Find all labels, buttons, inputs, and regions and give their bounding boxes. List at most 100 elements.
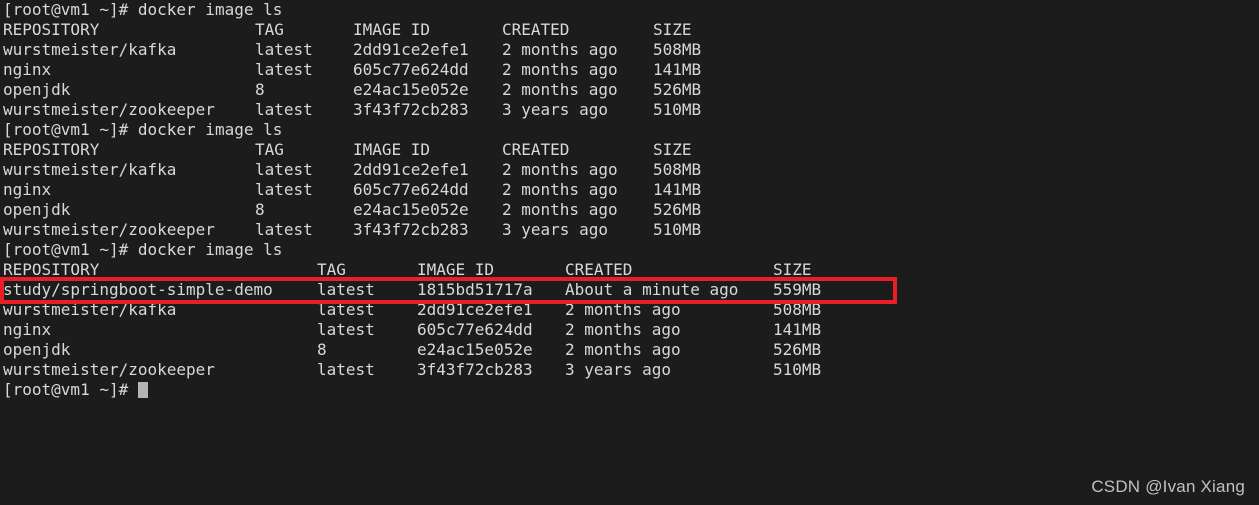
cell-tag: 8 [255, 200, 265, 219]
cell-image-id: 2dd91ce2efe1 [353, 160, 469, 179]
cell-created: 2 months ago [565, 340, 681, 359]
cell-tag: latest [317, 360, 375, 379]
cell-size: 508MB [653, 160, 702, 179]
cell-created: 2 months ago [502, 80, 618, 99]
table-row: wurstmeister/zookeeper latest 3f43f72cb283… [3, 360, 1259, 380]
watermark-text: CSDN @Ivan Xiang [1091, 477, 1245, 496]
command-text-value: docker image ls [137, 240, 283, 259]
cell-repository: nginx [3, 320, 52, 339]
cell-image-id: e24ac15e052e [417, 340, 533, 359]
cell-image-id: 605c77e624dd [353, 180, 469, 199]
cell-repository: wurstmeister/kafka [3, 40, 177, 59]
cell-created: 2 months ago [565, 320, 681, 339]
cell-repository: wurstmeister/zookeeper [3, 100, 215, 119]
cell-image-id: e24ac15e052e [353, 200, 469, 219]
command-text-value: docker image ls [137, 120, 283, 139]
command-line: [root@vm1 ~]# docker image ls [3, 0, 1259, 20]
cell-tag: 8 [255, 80, 265, 99]
table-row: wurstmeister/kafka latest 2dd91ce2efe1 2 mo… [3, 300, 1259, 320]
cell-size: 510MB [653, 220, 702, 239]
cell-tag: latest [255, 180, 313, 199]
cell-size: 526MB [653, 200, 702, 219]
cell-created: 2 months ago [502, 60, 618, 79]
cell-repository: wurstmeister/kafka [3, 160, 177, 179]
cell-image-id: 3f43f72cb283 [417, 360, 533, 379]
cell-created: 3 years ago [502, 100, 608, 119]
cell-tag: latest [317, 300, 375, 319]
column-header-repository: REPOSITORY [3, 140, 100, 159]
table-row: openjdk 8 e24ac15e052e 2 months ago 526MB [3, 200, 1259, 220]
column-header-created: CREATED [502, 140, 570, 159]
cell-tag: latest [255, 40, 313, 59]
cell-tag: latest [255, 220, 313, 239]
table-row: nginx latest 605c77e624dd 2 months ago 141MB [3, 180, 1259, 200]
cell-created: 2 months ago [565, 300, 681, 319]
column-header-repository: REPOSITORY [3, 260, 100, 279]
cell-created: 2 months ago [502, 160, 618, 179]
table-row-highlighted: study/springboot-simple-demo latest 1815bd… [3, 280, 1259, 300]
table-row: wurstmeister/zookeeper latest 3f43f72cb283… [3, 220, 1259, 240]
shell-prompt: [root@vm1 ~]# [3, 0, 129, 19]
cell-repository: wurstmeister/kafka [3, 300, 177, 319]
command-text [128, 0, 138, 19]
command-space [128, 240, 138, 259]
column-header-tag: TAG [255, 20, 284, 39]
column-header-created: CREATED [565, 260, 633, 279]
shell-prompt: [root@vm1 ~]# [3, 240, 129, 259]
active-command-line[interactable]: [root@vm1 ~]# [3, 380, 1259, 400]
cell-size: 526MB [773, 340, 822, 359]
command-space [128, 120, 138, 139]
table-row: nginx latest 605c77e624dd 2 months ago 141MB [3, 60, 1259, 80]
cell-size: 508MB [653, 40, 702, 59]
table-row: openjdk 8 e24ac15e052e 2 months ago 526MB [3, 340, 1259, 360]
cell-repository: study/springboot-simple-demo [3, 280, 273, 299]
cell-image-id: 3f43f72cb283 [353, 220, 469, 239]
table-header: REPOSITORY TAG IMAGE ID CREATED SIZE [3, 20, 1259, 40]
cell-size: 141MB [653, 180, 702, 199]
cell-repository: openjdk [3, 80, 71, 99]
column-header-repository: REPOSITORY [3, 20, 100, 39]
column-header-size: SIZE [773, 260, 812, 279]
table-row: wurstmeister/zookeeper latest 3f43f72cb283… [3, 100, 1259, 120]
table-header: REPOSITORY TAG IMAGE ID CREATED SIZE [3, 260, 1259, 280]
cell-tag: latest [255, 160, 313, 179]
cell-created: 2 months ago [502, 40, 618, 59]
cell-tag: latest [255, 60, 313, 79]
cell-size: 510MB [773, 360, 822, 379]
cell-size: 559MB [773, 280, 822, 299]
terminal-window[interactable]: [root@vm1 ~]# docker image ls REPOSITORY… [0, 0, 1259, 505]
cell-repository: nginx [3, 60, 52, 79]
command-line: [root@vm1 ~]# docker image ls [3, 240, 1259, 260]
cell-image-id: 2dd91ce2efe1 [417, 300, 533, 319]
cell-repository: openjdk [3, 340, 71, 359]
column-header-created: CREATED [502, 20, 570, 39]
column-header-image-id: IMAGE ID [353, 20, 431, 39]
cell-size: 510MB [653, 100, 702, 119]
cell-size: 141MB [773, 320, 822, 339]
cell-image-id: 1815bd51717a [417, 280, 533, 299]
column-header-image-id: IMAGE ID [417, 260, 495, 279]
column-header-size: SIZE [653, 140, 692, 159]
cell-image-id: 605c77e624dd [353, 60, 469, 79]
shell-prompt: [root@vm1 ~]# [3, 380, 129, 399]
block-cursor-icon [138, 382, 149, 398]
cell-repository: openjdk [3, 200, 71, 219]
cell-size: 526MB [653, 80, 702, 99]
column-header-tag: TAG [317, 260, 346, 279]
cell-created: 2 months ago [502, 180, 618, 199]
table-row: nginx latest 605c77e624dd 2 months ago 141MB [3, 320, 1259, 340]
command-text-value: docker image ls [137, 0, 283, 19]
table-header: REPOSITORY TAG IMAGE ID CREATED SIZE [3, 140, 1259, 160]
cell-size: 508MB [773, 300, 822, 319]
shell-prompt: [root@vm1 ~]# [3, 120, 129, 139]
cell-tag: latest [317, 320, 375, 339]
column-header-tag: TAG [255, 140, 284, 159]
cell-image-id: 3f43f72cb283 [353, 100, 469, 119]
table-row: wurstmeister/kafka latest 2dd91ce2efe1 2 mo… [3, 160, 1259, 180]
cell-tag: latest [255, 100, 313, 119]
cell-tag: latest [317, 280, 375, 299]
cell-created: 3 years ago [502, 220, 608, 239]
cell-tag: 8 [317, 340, 327, 359]
cell-image-id: 605c77e624dd [417, 320, 533, 339]
cell-created: About a minute ago [565, 280, 739, 299]
